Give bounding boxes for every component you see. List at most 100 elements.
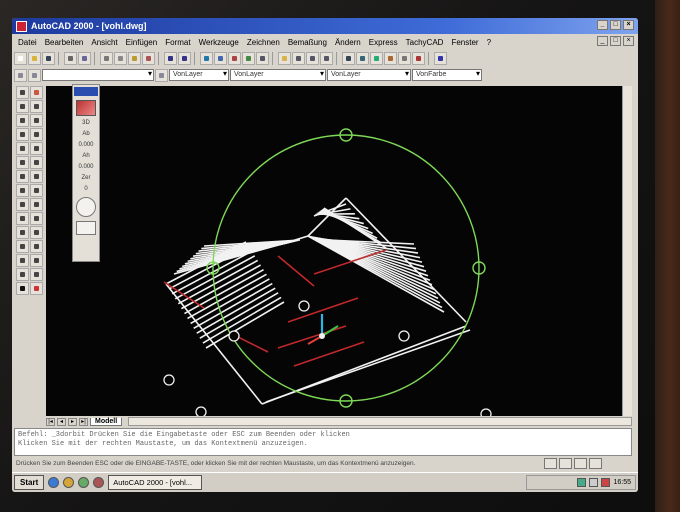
layer-state-combo[interactable] (42, 69, 154, 81)
menu-express[interactable]: Express (365, 38, 402, 47)
menu-aendern[interactable]: Ändern (331, 38, 365, 47)
quicklaunch-desktop-icon[interactable] (78, 477, 90, 488)
stretch-icon[interactable] (30, 198, 43, 211)
chamfer-icon[interactable] (30, 268, 43, 281)
mtext-icon[interactable] (16, 282, 29, 295)
horizontal-scrollbar[interactable] (128, 417, 632, 426)
help-icon[interactable] (434, 51, 447, 65)
make-block-icon[interactable] (16, 226, 29, 239)
break-icon[interactable] (30, 254, 43, 267)
drawing-canvas[interactable] (46, 86, 622, 416)
doc-restore-button[interactable]: □ (610, 36, 621, 46)
cut-icon[interactable] (100, 51, 113, 65)
menu-ansicht[interactable]: Ansicht (87, 38, 121, 47)
rectangle-icon[interactable] (16, 142, 29, 155)
volume-icon[interactable] (589, 478, 599, 487)
zoom-previous-icon[interactable] (320, 51, 333, 65)
construction-line-icon[interactable] (16, 100, 29, 113)
menu-datei[interactable]: Datei (14, 38, 41, 47)
prev-tab-button[interactable]: ◂ (57, 417, 66, 426)
layer-combo[interactable]: VonLayer (169, 69, 229, 81)
polar-toggle[interactable] (589, 458, 602, 469)
insert-block-icon[interactable] (16, 212, 29, 225)
open-icon[interactable] (28, 51, 41, 65)
layer-manager-icon[interactable] (14, 68, 27, 82)
taskbar-autocad-button[interactable]: AutoCAD 2000 - [vohl... (108, 475, 203, 490)
command-line[interactable]: Befehl: _3dorbit Drücken Sie die Eingabe… (14, 428, 632, 456)
extend-icon[interactable] (30, 240, 43, 253)
grid-toggle[interactable] (559, 458, 572, 469)
next-tab-button[interactable]: ▸ (68, 417, 77, 426)
region-icon[interactable] (16, 268, 29, 281)
zoom-realtime-icon[interactable] (292, 51, 305, 65)
erase-icon[interactable] (30, 86, 43, 99)
grid-icon[interactable] (256, 51, 269, 65)
lineweight-combo[interactable]: VonLayer (327, 69, 411, 81)
offset-icon[interactable] (30, 128, 43, 141)
hyperlink-icon[interactable] (214, 51, 227, 65)
move-icon[interactable] (30, 156, 43, 169)
spline-icon[interactable] (16, 184, 29, 197)
pan-icon[interactable] (278, 51, 291, 65)
menu-help[interactable]: ? (483, 38, 495, 47)
quicklaunch-ie-icon[interactable] (48, 477, 60, 488)
globe-icon[interactable] (200, 51, 213, 65)
copy-object-icon[interactable] (30, 100, 43, 113)
trim-icon[interactable] (30, 226, 43, 239)
paste-icon[interactable] (128, 51, 141, 65)
hatch-icon[interactable] (16, 254, 29, 267)
circle-icon[interactable] (16, 170, 29, 183)
quicklaunch-outlook-icon[interactable] (63, 477, 75, 488)
array-icon[interactable] (30, 142, 43, 155)
doc-minimize-button[interactable]: _ (597, 36, 608, 46)
menu-werkzeuge[interactable]: Werkzeuge (195, 38, 243, 47)
menu-bearbeiten[interactable]: Bearbeiten (41, 38, 88, 47)
redo-icon[interactable] (178, 51, 191, 65)
minimize-button[interactable]: _ (597, 20, 608, 30)
first-tab-button[interactable]: |◂ (46, 417, 55, 426)
color-combo[interactable]: VonFarbe (412, 69, 482, 81)
menu-tachycad[interactable]: TachyCAD (402, 38, 448, 47)
palette-option-button[interactable] (76, 221, 96, 235)
make-current-icon[interactable] (28, 68, 41, 82)
maximize-button[interactable]: □ (610, 20, 621, 30)
shade-icon[interactable] (398, 51, 411, 65)
menu-einfuegen[interactable]: Einfügen (122, 38, 162, 47)
close-button[interactable]: × (623, 20, 634, 30)
doc-close-button[interactable]: × (623, 36, 634, 46)
orbit-dial-icon[interactable] (76, 197, 96, 217)
properties-icon[interactable] (342, 51, 355, 65)
lengthen-icon[interactable] (30, 212, 43, 225)
scale-icon[interactable] (30, 184, 43, 197)
view-icon[interactable] (384, 51, 397, 65)
menu-format[interactable]: Format (161, 38, 194, 47)
antivirus-icon[interactable] (601, 478, 611, 487)
start-button[interactable]: Start (14, 475, 45, 490)
copy-icon[interactable] (114, 51, 127, 65)
zoom-window-icon[interactable] (306, 51, 319, 65)
rotate-icon[interactable] (30, 170, 43, 183)
menu-bemassung[interactable]: Bemaßung (284, 38, 331, 47)
design-center-icon[interactable] (356, 51, 369, 65)
undo-icon[interactable] (164, 51, 177, 65)
save-icon[interactable] (42, 51, 55, 65)
quicklaunch-media-icon[interactable] (93, 477, 105, 488)
network-icon[interactable] (577, 478, 587, 487)
ellipse-icon[interactable] (16, 198, 29, 211)
snap-toggle[interactable] (544, 458, 557, 469)
polygon-icon[interactable] (16, 128, 29, 141)
arc-icon[interactable] (16, 156, 29, 169)
previous-layer-icon[interactable] (155, 68, 168, 82)
ucs-icon[interactable] (242, 51, 255, 65)
preview-icon[interactable] (78, 51, 91, 65)
vertical-scrollbar[interactable] (622, 86, 632, 416)
ortho-toggle[interactable] (574, 458, 587, 469)
snap-icon[interactable] (228, 51, 241, 65)
point-icon[interactable] (16, 240, 29, 253)
line-icon[interactable] (16, 86, 29, 99)
linetype-combo[interactable]: VonLayer (230, 69, 326, 81)
explode-icon[interactable] (30, 282, 43, 295)
match-properties-icon[interactable] (142, 51, 155, 65)
last-tab-button[interactable]: ▸| (79, 417, 88, 426)
menu-zeichnen[interactable]: Zeichnen (243, 38, 284, 47)
